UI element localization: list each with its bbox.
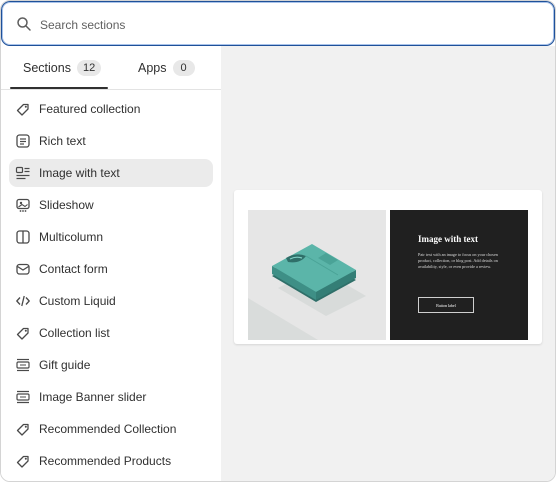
tag-icon bbox=[16, 423, 29, 436]
tab-apps[interactable]: Apps 0 bbox=[138, 46, 195, 89]
section-item-collection-list[interactable]: Collection list bbox=[9, 319, 213, 347]
tab-sections[interactable]: Sections 12 bbox=[23, 46, 102, 89]
list-icon bbox=[16, 390, 30, 404]
tag-icon bbox=[16, 103, 29, 116]
search-input[interactable] bbox=[38, 13, 522, 37]
tab-sections-label: Sections bbox=[23, 60, 71, 75]
sidebar: Sections 12 Apps 0 Featured collection R… bbox=[1, 46, 221, 481]
tab-bar: Sections 12 Apps 0 bbox=[1, 46, 221, 90]
section-item-label: Featured collection bbox=[39, 102, 141, 116]
code-icon bbox=[16, 295, 30, 307]
folded-shirt-illustration bbox=[248, 244, 366, 340]
preview-image bbox=[248, 210, 386, 340]
section-item-label: Rich text bbox=[39, 134, 86, 148]
tag-icon bbox=[16, 455, 29, 468]
tag-icon bbox=[16, 327, 29, 340]
tab-apps-label: Apps bbox=[138, 60, 167, 75]
section-item-label: Image Banner slider bbox=[39, 390, 147, 404]
section-item-rich-text[interactable]: Rich text bbox=[9, 127, 213, 155]
section-item-label: Recommended Products bbox=[39, 454, 172, 468]
section-item-slideshow[interactable]: Slideshow bbox=[9, 191, 213, 219]
envelope-icon bbox=[16, 263, 30, 275]
section-item-featured-collection[interactable]: Featured collection bbox=[9, 95, 213, 123]
tab-apps-count-badge: 0 bbox=[172, 59, 195, 76]
image-with-text-icon bbox=[15, 166, 30, 180]
section-item-label: Gift guide bbox=[39, 358, 91, 372]
section-item-label: Image with text bbox=[39, 166, 120, 180]
preview-text-panel: Image with text Pair text with an image … bbox=[390, 210, 528, 340]
list-icon bbox=[16, 358, 30, 372]
section-item-label: Contact form bbox=[39, 262, 108, 276]
preview-card: Image with text Pair text with an image … bbox=[234, 190, 542, 344]
slideshow-icon bbox=[16, 198, 30, 212]
section-item-recommended-collection[interactable]: Recommended Collection bbox=[9, 415, 213, 443]
section-item-label: Collection list bbox=[39, 326, 110, 340]
section-item-multicolumn[interactable]: Multicolumn bbox=[9, 223, 213, 251]
section-item-image-with-text[interactable]: Image with text bbox=[9, 159, 213, 187]
section-item-label: Custom Liquid bbox=[39, 294, 116, 308]
tab-sections-count-badge: 12 bbox=[76, 59, 102, 76]
preview-body-text: Pair text with an image to focus on your… bbox=[418, 252, 498, 269]
preview-button: Button label bbox=[418, 297, 474, 313]
section-item-label: Recommended Collection bbox=[39, 422, 177, 436]
section-item-contact-form[interactable]: Contact form bbox=[9, 255, 213, 283]
text-block-icon bbox=[16, 134, 30, 148]
section-item-image-banner-slider[interactable]: Image Banner slider bbox=[9, 383, 213, 411]
preview-heading: Image with text bbox=[418, 234, 478, 244]
section-item-recommended-products[interactable]: Recommended Products bbox=[9, 447, 213, 475]
section-item-gift-guide[interactable]: Gift guide bbox=[9, 351, 213, 379]
section-item-label: Slideshow bbox=[39, 198, 94, 212]
search-icon bbox=[17, 17, 31, 31]
active-tab-indicator bbox=[10, 87, 108, 89]
columns-icon bbox=[16, 230, 30, 244]
search-bar[interactable] bbox=[1, 1, 555, 46]
section-item-label: Multicolumn bbox=[39, 230, 104, 244]
section-item-custom-liquid[interactable]: Custom Liquid bbox=[9, 287, 213, 315]
